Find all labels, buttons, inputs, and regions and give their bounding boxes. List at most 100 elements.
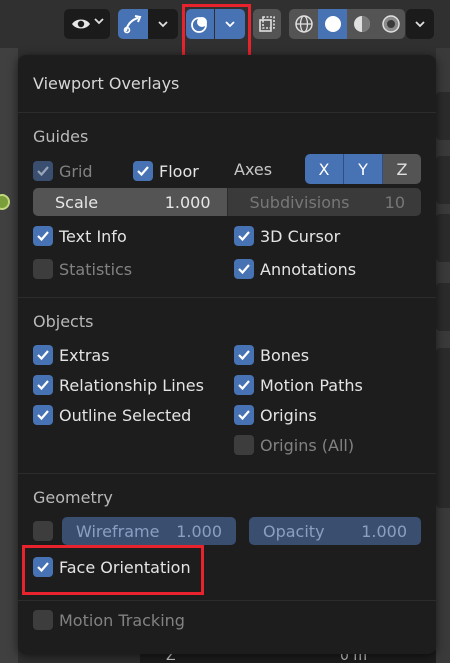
checkmark-icon [33, 161, 53, 181]
3d-cursor-checkbox[interactable]: 3D Cursor [234, 225, 340, 247]
outline-selected-label: Outline Selected [59, 405, 192, 425]
origins-all-checkbox[interactable]: Origins (All) [234, 434, 354, 456]
annotations-checkbox[interactable]: Annotations [234, 258, 356, 280]
3d-cursor-label: 3D Cursor [260, 226, 341, 246]
solid-shading-icon [324, 16, 341, 32]
checkmark-icon [133, 161, 153, 181]
text-info-checkbox[interactable]: Text Info [33, 225, 127, 247]
opacity-value: 1.000 [361, 521, 407, 541]
axis-x-toggle[interactable]: X [305, 154, 344, 184]
outline-selected-checkbox[interactable]: Outline Selected [33, 404, 191, 426]
annotations-label: Annotations [260, 259, 357, 279]
divider [18, 473, 436, 474]
grid-checkbox[interactable]: Grid [33, 160, 93, 182]
chevron-down-icon [158, 21, 168, 28]
statistics-checkbox[interactable]: Statistics [33, 258, 132, 280]
extras-checkbox[interactable]: Extras [33, 344, 110, 366]
chevron-down-icon [93, 15, 105, 27]
shading-dropdown-button[interactable] [406, 9, 434, 39]
bones-checkbox[interactable]: Bones [234, 344, 309, 366]
axis-y-toggle[interactable]: Y [344, 154, 383, 184]
scale-label: Scale [55, 192, 99, 212]
gizmo-toggle-button[interactable] [118, 9, 148, 39]
subdivisions-field[interactable]: Subdivisions 10 [226, 188, 421, 216]
checkbox-empty [33, 521, 53, 541]
eye-visibility-icon [72, 19, 90, 29]
origins-label: Origins [260, 405, 317, 425]
wireframe-checkbox[interactable] [33, 520, 59, 542]
relationship-lines-label: Relationship Lines [59, 375, 204, 395]
xray-toggle-button[interactable] [253, 9, 281, 39]
sidebar-tab[interactable] [436, 214, 450, 262]
subdivisions-value: 10 [384, 192, 405, 212]
statistics-label: Statistics [59, 259, 133, 279]
sidebar-tab[interactable] [436, 92, 450, 140]
floor-label: Floor [159, 161, 199, 181]
axes-toggle-group: X Y Z [305, 154, 421, 184]
motion-paths-checkbox[interactable]: Motion Paths [234, 374, 363, 396]
opacity-label: Opacity [263, 521, 325, 541]
wireframe-label: Wireframe [76, 521, 160, 541]
scale-field[interactable]: Scale 1.000 [33, 188, 227, 216]
checkmark-icon [234, 405, 254, 425]
viewport-overlays-popover: Viewport Overlays Guides Grid Floor Axes… [18, 55, 436, 654]
viewport-left-edge [0, 48, 18, 663]
subdivisions-label: Subdivisions [249, 192, 350, 212]
viewport-right-edge [436, 48, 450, 663]
solid-shading-button[interactable] [318, 9, 347, 39]
section-title-objects: Objects [33, 312, 94, 331]
material-shading-button[interactable] [347, 9, 376, 39]
axis-z-toggle[interactable]: Z [383, 154, 421, 184]
wireframe-shading-icon [294, 15, 313, 33]
divider [18, 112, 436, 113]
checkbox-empty [33, 610, 53, 630]
section-title-geometry: Geometry [33, 488, 113, 507]
sidebar-tab[interactable] [436, 156, 450, 204]
sidebar-panel [436, 348, 450, 508]
origins-all-label: Origins (All) [260, 435, 355, 455]
divider [18, 297, 436, 298]
bones-label: Bones [260, 345, 310, 365]
gizmo-arrow-icon [123, 15, 142, 34]
rendered-shading-icon [381, 15, 400, 33]
wireframe-shading-button[interactable] [289, 9, 318, 39]
text-info-label: Text Info [59, 226, 127, 246]
scale-subdivisions-row: Scale 1.000 Subdivisions 10 [33, 188, 421, 216]
checkbox-empty [33, 259, 53, 279]
wireframe-value: 1.000 [176, 521, 222, 541]
section-title-guides: Guides [33, 127, 89, 146]
checkmark-icon [234, 375, 254, 395]
rendered-shading-button[interactable] [376, 9, 405, 39]
extras-label: Extras [59, 345, 110, 365]
divider [18, 600, 436, 601]
checkbox-empty [234, 435, 254, 455]
floor-checkbox[interactable]: Floor [133, 160, 199, 182]
opacity-field[interactable]: Opacity 1.000 [249, 517, 421, 545]
axes-label: Axes [234, 160, 273, 179]
wireframe-field[interactable]: Wireframe 1.000 [62, 517, 236, 545]
popover-title: Viewport Overlays [33, 74, 180, 93]
xray-icon [259, 16, 275, 32]
chevron-down-icon [415, 21, 425, 28]
relationship-lines-checkbox[interactable]: Relationship Lines [33, 374, 204, 396]
checkmark-icon [33, 226, 53, 246]
checkmark-icon [33, 345, 53, 365]
material-shading-icon [353, 16, 370, 32]
checkmark-icon [33, 375, 53, 395]
motion-tracking-checkbox[interactable]: Motion Tracking [33, 609, 185, 631]
checkmark-icon [234, 259, 254, 279]
gizmo-dropdown-button[interactable] [148, 9, 178, 39]
checkmark-icon [234, 345, 254, 365]
checkmark-icon [33, 405, 53, 425]
origins-checkbox[interactable]: Origins [234, 404, 317, 426]
checkmark-icon [234, 226, 254, 246]
scale-value: 1.000 [164, 192, 211, 212]
shading-mode-group [289, 9, 405, 39]
motion-tracking-label: Motion Tracking [59, 610, 185, 630]
sidebar-tab[interactable] [436, 283, 450, 331]
grid-label: Grid [59, 161, 93, 181]
visibility-selectability-button[interactable] [64, 9, 110, 39]
motion-paths-label: Motion Paths [260, 375, 363, 395]
navigation-gizmo-dot[interactable] [0, 194, 10, 210]
face-orientation-highlight-box [22, 545, 204, 595]
